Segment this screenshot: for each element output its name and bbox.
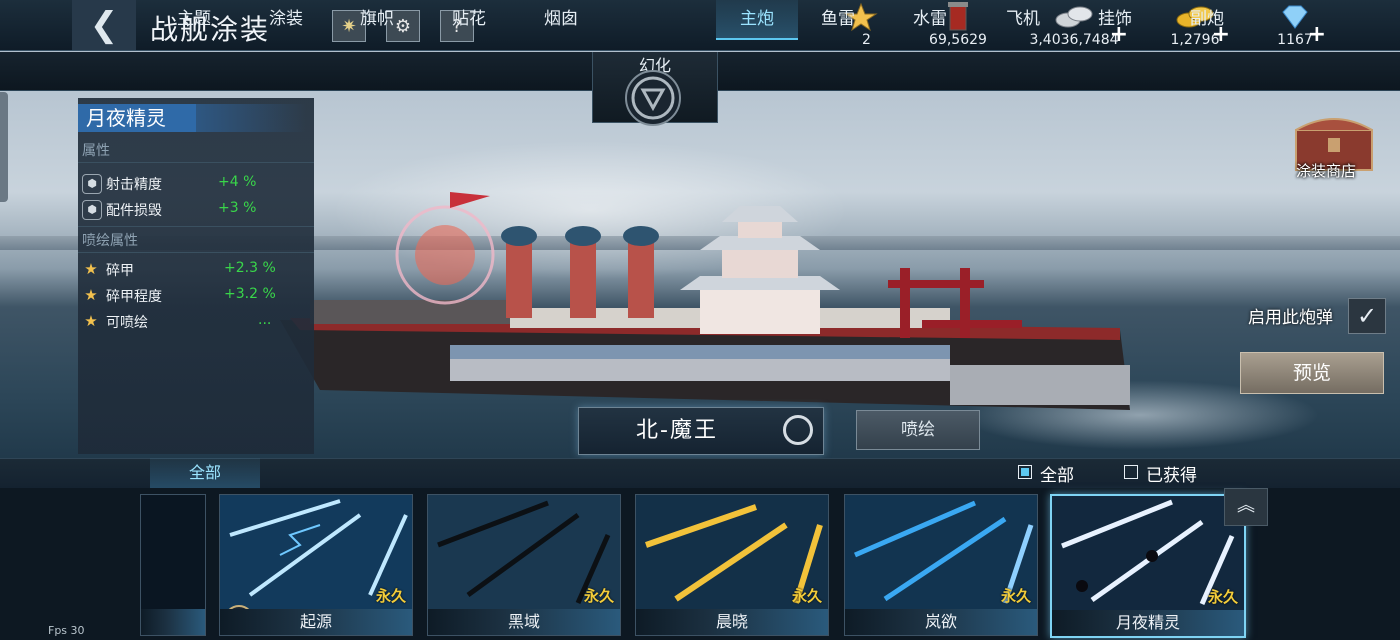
back-button[interactable]: ❮ [72,0,136,50]
skin-shop-label[interactable]: 涂装商店 [1296,160,1356,181]
attribute-name: 射击精度 [106,177,162,193]
attribute-row: ⬢ 配件损毁 +3 % [78,198,314,222]
card-name: 黑域 [428,609,620,635]
spray-button[interactable]: 喷绘 [856,410,980,450]
spray-attribute-row: ★ 碎甲 +2.3 % [78,258,314,282]
tab-flag[interactable]: 旗帜 [341,0,413,38]
attribute-row: ⬢ 射击精度 +4 % [78,172,314,196]
hex-attribute-icon: ⬢ [82,174,102,194]
filter-tab-all[interactable]: 全部 [150,458,260,488]
attribute-value: +2.3 % [224,260,276,276]
spray-attributes-heading: 喷绘属性 [82,233,138,249]
spray-attribute-row: ★ 可喷绘 ... [78,310,314,334]
skin-name-fade [196,104,306,132]
add-diamond-icon[interactable]: + [1308,22,1326,47]
divider [78,162,314,163]
attribute-name: 碎甲 [106,263,134,279]
star-icon: ★ [84,286,98,304]
attributes-heading: 属性 [82,143,110,159]
owned-checkbox-label[interactable]: 已获得 [1146,461,1197,486]
permanent-badge: 永久 [375,587,406,605]
use-shell-checkbox[interactable]: ✓ [1348,298,1386,334]
attribute-value: ... [258,312,272,328]
attribute-name: 配件损毁 [106,203,162,219]
permanent-badge: 永久 [791,587,822,605]
card-name [141,609,205,635]
shell-skin-card[interactable] [140,494,206,636]
all-checkbox-label[interactable]: 全部 [1040,461,1074,486]
use-shell-label: 启用此炮弹 [1248,308,1333,328]
fps-counter: Fps 30 [48,624,85,637]
card-name: 晨晓 [636,609,828,635]
battleship-model [280,192,1130,410]
preview-button[interactable]: 预览 [1240,352,1384,394]
card-name: 岚欲 [845,609,1037,635]
permanent-badge: 永久 [583,587,614,605]
attribute-value: +3 % [218,200,257,216]
shell-skin-card[interactable]: 永久 晨晓 [635,494,829,636]
chevron-shell-art [141,495,206,609]
attribute-value: +3.2 % [224,286,276,302]
spray-attribute-row: ★ 碎甲程度 +3.2 % [78,284,314,308]
shell-skin-card[interactable]: 永久 岚欲 [844,494,1038,636]
diamond-counter[interactable]: 1167 + [1272,0,1326,50]
shell-skin-card-selected[interactable]: 永久 月夜精灵 [1050,494,1246,638]
card-name: 起源 [220,609,412,635]
attribute-value: +4 % [218,174,257,190]
tab-secondary-gun[interactable]: 副炮 [1171,0,1243,38]
tab-aircraft[interactable]: 飞机 [987,0,1059,38]
back-arrow-icon: ❮ [89,5,119,45]
star-icon: ★ [84,312,98,330]
switch-ship-refresh-icon[interactable] [783,415,813,445]
collapse-list-button[interactable]: ︽ [1224,488,1268,526]
ship-name-plate: 北-魔王 [578,407,824,455]
tab-theme[interactable]: 主题 [158,0,230,38]
checkmark-icon: ✓ [1356,302,1378,330]
skin-name: 月夜精灵 [78,104,196,132]
tab-mine[interactable]: 水雷 [894,0,966,38]
permanent-badge: 永久 [1207,588,1238,606]
tab-torpedo[interactable]: 鱼雷 [802,0,874,38]
permanent-badge: 永久 [1000,587,1031,605]
transform-emblem-icon [625,70,681,126]
tab-ornament[interactable]: 挂饰 [1079,0,1151,38]
all-checkbox[interactable] [1018,465,1032,479]
tab-main-gun[interactable]: 主炮 [716,0,798,40]
shell-skin-card[interactable]: 永久 起源 [219,494,413,636]
shell-skin-card[interactable]: 永久 黑域 [427,494,621,636]
tab-funnel[interactable]: 烟囱 [525,0,597,38]
divider [78,252,314,253]
tab-paint[interactable]: 涂装 [250,0,322,38]
tab-decal[interactable]: 贴花 [433,0,505,38]
double-chevron-up-icon: ︽ [1237,495,1255,516]
attribute-name: 碎甲程度 [106,289,162,305]
ship-name: 北-魔王 [636,418,718,443]
star-icon: ★ [84,260,98,278]
skin-info-panel: 月夜精灵 属性 ⬢ 射击精度 +4 % ⬢ 配件损毁 +3 % 喷绘属性 ★ 碎… [78,98,314,454]
divider [78,226,314,227]
side-drawer-handle[interactable] [0,92,8,202]
owned-checkbox[interactable] [1124,465,1138,479]
attribute-name: 可喷绘 [106,315,148,331]
card-name: 月夜精灵 [1052,610,1244,636]
transform-tab[interactable]: 幻化 [592,52,718,126]
hex-attribute-icon: ⬢ [82,200,102,220]
